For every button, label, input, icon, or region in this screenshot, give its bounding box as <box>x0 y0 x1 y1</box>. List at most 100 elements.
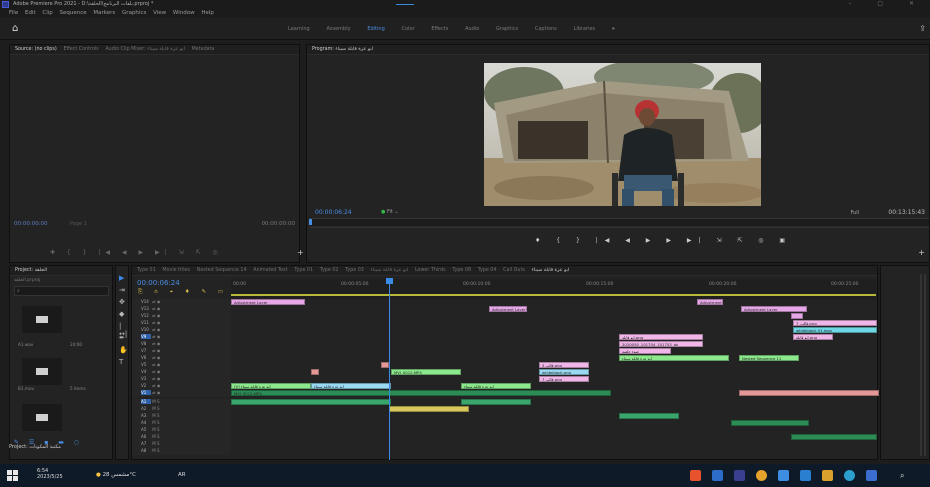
clip-lower-third-2[interactable]: ابو عزة قابلة سيناء <box>461 383 531 389</box>
clip-main[interactable]: [V] ابو عزة قابلة سيناء <box>231 383 311 389</box>
razor-tool-icon[interactable]: ◆ <box>119 310 124 318</box>
clip-red-2[interactable] <box>311 369 319 375</box>
menu-file[interactable]: File <box>9 10 18 16</box>
track-v4[interactable]: MVI_0012.MP4 whiteblack.png <box>231 369 877 376</box>
source-transport-controls[interactable]: ✚ { } |◀ ◀ ▶ ▶| ⇲ ⇱ ◎ <box>50 249 223 256</box>
track-a5[interactable] <box>231 427 877 434</box>
fit-dropdown[interactable]: ● Fit ⌄ <box>381 209 399 215</box>
taskbar-app-icon-9[interactable] <box>866 470 877 481</box>
track-v10[interactable]: whiteblack 01.mov <box>231 327 877 334</box>
menu-window[interactable]: Window <box>173 10 195 16</box>
clip-png-2[interactable]: ابو قابلة.png <box>619 334 703 340</box>
menu-markers[interactable]: Markers <box>93 10 115 16</box>
clip-nested[interactable]: Nested Sequence 11 <box>739 355 799 361</box>
tl-tab-3[interactable]: Nested Sequence 14 <box>197 268 247 273</box>
clip-arabic-title[interactable]: ابو عزة قابلة سيناء <box>311 383 391 389</box>
track-header-v14[interactable]: V14 ⇄ ◉ <box>132 299 231 306</box>
chrome-taskbar-icon[interactable] <box>756 470 767 481</box>
program-add-button-icon[interactable]: + <box>918 248 925 257</box>
tl-tab-7[interactable]: Type 03 <box>345 268 364 273</box>
track-select-tool-icon[interactable]: ⇥ <box>119 286 125 294</box>
search-taskbar-icon[interactable]: ⌕ <box>900 471 904 481</box>
track-header-v9[interactable]: V9 ⇄ ◉ <box>132 334 231 341</box>
clip-mvi[interactable]: MVI_0012.MP4 <box>391 369 461 375</box>
audio-clip-2[interactable] <box>461 399 531 405</box>
track-header-a5[interactable]: A5 M S <box>132 427 231 434</box>
timeline-tool-icons[interactable]: ⎘ ∩ ⌖ ♦ ✎ ▭ <box>138 289 228 296</box>
track-header-a1[interactable]: A1 M S <box>132 399 231 406</box>
track-header-v11[interactable]: V11 ⇄ ◉ <box>132 320 231 327</box>
track-v9[interactable]: ابو قابلة.png ابو قابلة.png <box>231 334 877 341</box>
source-page[interactable]: Page 1 <box>70 221 87 227</box>
track-v3[interactable]: 7 قالب.png <box>231 376 877 383</box>
project-thumb-1[interactable] <box>22 306 62 333</box>
clip-png-1[interactable]: 7_قالب.png <box>793 320 877 326</box>
taskbar-app-icon-1[interactable] <box>690 470 701 481</box>
tab-program[interactable]: Program: ابو عزة قابلة سيناء <box>312 47 373 52</box>
track-a7[interactable] <box>231 441 877 448</box>
project-thumb-2[interactable] <box>22 358 62 385</box>
track-v13[interactable]: Adjustment Layer Adjustment Layer <box>231 306 877 313</box>
tl-tab-9[interactable]: Lower Thirds <box>415 268 446 273</box>
taskbar-app-icon-2[interactable] <box>712 470 723 481</box>
track-v1[interactable]: MVI_0012.MP4 <box>231 390 879 397</box>
track-header-a8[interactable]: A8 M S <box>132 448 231 455</box>
project-search-input[interactable]: ⌕ <box>14 286 109 296</box>
audio-clip-5[interactable] <box>731 420 809 426</box>
store-taskbar-icon[interactable] <box>822 470 833 481</box>
audio-clip-4[interactable] <box>619 413 679 419</box>
ripple-edit-tool-icon[interactable]: ✥ <box>119 298 125 306</box>
track-header-v13[interactable]: V13 ⇄ ◉ <box>132 306 231 313</box>
track-header-v1[interactable]: V1 ⇄ ◉ <box>132 390 231 397</box>
ws-graphics[interactable]: Graphics <box>496 26 518 32</box>
tl-tab-6[interactable]: Type 02 <box>320 268 339 273</box>
tl-tab-10[interactable]: Type 08 <box>452 268 471 273</box>
program-timecode[interactable]: 00:00:06:24 <box>315 209 352 216</box>
clip-v1-red[interactable] <box>739 390 879 396</box>
selection-tool-icon[interactable]: ▶ <box>119 274 124 282</box>
clip-adjustment-3[interactable]: Adjustment Layer <box>489 306 527 312</box>
track-a8[interactable] <box>231 448 877 455</box>
timeline-timecode[interactable]: 00:00:06:24 <box>137 279 180 287</box>
clip-lower-third[interactable]: ابو عزة قابلة سيناء <box>619 355 729 361</box>
track-v6[interactable]: ابو عزة قابلة سيناء Nested Sequence 11 <box>231 355 877 362</box>
ws-assembly[interactable]: Assembly <box>326 26 350 32</box>
track-v11[interactable]: 7_قالب.png <box>231 320 877 327</box>
track-v14[interactable]: Adjustment Layer Adjustment Layer <box>231 299 877 306</box>
clip-pink-small-2[interactable]: 7 قالب.png <box>539 376 589 382</box>
audio-clip-3[interactable] <box>389 406 469 412</box>
ws-editing[interactable]: Editing <box>367 26 384 32</box>
track-header-a7[interactable]: A7 M S <box>132 441 231 448</box>
clip-white-black[interactable]: 5 قالب.png <box>539 362 589 368</box>
tl-tab-11[interactable]: Type 04 <box>478 268 497 273</box>
tab-project[interactable]: Project: الحلقة <box>15 268 47 273</box>
explorer-taskbar-icon[interactable] <box>800 470 811 481</box>
window-controls[interactable]: – ▢ ✕ <box>848 0 926 7</box>
weather-widget[interactable]: ● مشمس 28°C <box>96 472 136 478</box>
home-icon[interactable]: ⌂ <box>12 23 18 34</box>
clip-pink-small[interactable] <box>791 313 803 319</box>
clip-text-a[interactable]: ضوء خلفية <box>619 348 671 354</box>
clip-adjustment-2[interactable]: Adjustment Layer <box>697 299 723 305</box>
ws-libraries[interactable]: Libraries <box>574 26 596 32</box>
track-a1[interactable] <box>231 399 877 406</box>
tl-tab-5[interactable]: Type 01 <box>294 268 313 273</box>
type-tool-icon[interactable]: T <box>119 358 123 366</box>
menu-graphics[interactable]: Graphics <box>122 10 146 16</box>
track-header-a3[interactable]: A3 M S <box>132 413 231 420</box>
track-header-v4[interactable]: V4 ⇄ ◉ <box>132 369 231 376</box>
tl-tab-2[interactable]: Movie titles <box>162 268 190 273</box>
track-v7[interactable]: ضوء خلفية <box>231 348 877 355</box>
track-a3[interactable] <box>231 413 877 420</box>
clip-white-black-2[interactable]: whiteblack.png <box>539 369 589 375</box>
track-v8[interactable]: 2020050_101754_101753_ok <box>231 341 877 348</box>
program-ruler[interactable] <box>309 218 929 228</box>
track-header-v3[interactable]: V3 ⇄ ◉ <box>132 376 231 383</box>
clip-red-small[interactable] <box>381 362 389 368</box>
track-header-v8[interactable]: V8 ⇄ ◉ <box>132 341 231 348</box>
track-a6[interactable] <box>231 434 877 441</box>
add-button-icon[interactable]: + <box>297 248 304 257</box>
ws-captions[interactable]: Captions <box>535 26 557 32</box>
playhead-line[interactable] <box>389 282 390 460</box>
clip-cyan[interactable]: whiteblack 01.mov <box>793 327 877 333</box>
